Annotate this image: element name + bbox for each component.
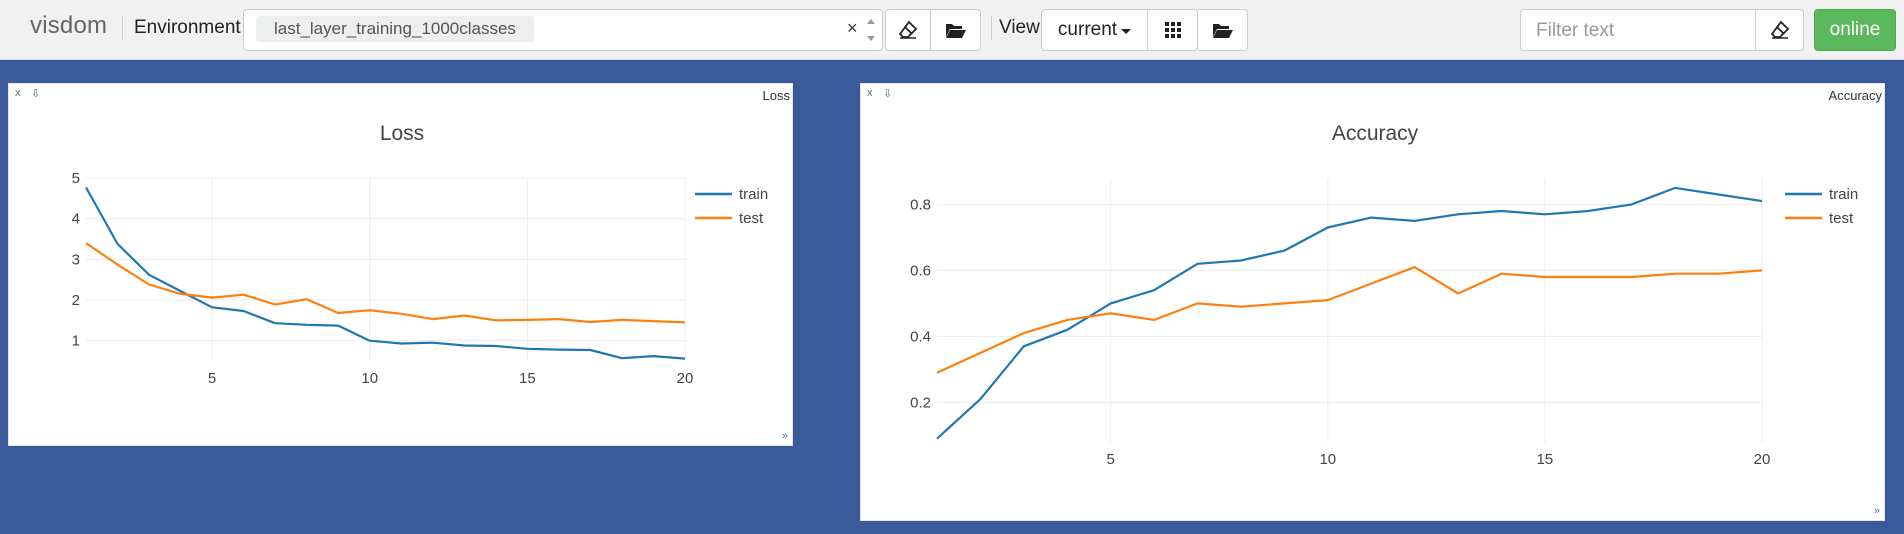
gridlines xyxy=(86,177,686,361)
plot-pane-accuracy[interactable]: x ⇩ Accuracy Accuracy 5 10 15 20 0.2 0.4 0.6 0.8… xyxy=(860,83,1885,521)
x-tick-label: 20 xyxy=(1754,451,1771,468)
divider xyxy=(122,16,123,40)
y-tick-label: 4 xyxy=(72,211,80,228)
x-tick-label: 5 xyxy=(1107,451,1115,468)
series-line-train xyxy=(85,186,686,360)
legend-label[interactable]: train xyxy=(1829,186,1858,203)
app-brand: visdom xyxy=(30,12,108,39)
clear-env-button[interactable] xyxy=(885,9,931,51)
x-tick-label: 20 xyxy=(677,370,694,387)
view-dropdown[interactable]: current xyxy=(1041,9,1148,51)
divider xyxy=(991,16,992,40)
environment-tag[interactable]: last_layer_training_1000classes xyxy=(256,16,534,42)
y-tick-label: 0.2 xyxy=(910,394,931,411)
environment-select[interactable]: last_layer_training_1000classes × xyxy=(243,9,883,51)
eraser-icon xyxy=(1770,20,1789,39)
clear-filter-button[interactable] xyxy=(1756,9,1804,51)
resize-handle-icon[interactable]: » xyxy=(1874,505,1880,517)
repack-panes-button[interactable] xyxy=(1148,9,1198,51)
filter-input[interactable]: Filter text xyxy=(1520,9,1756,51)
folder-open-icon xyxy=(945,24,966,38)
gridlines xyxy=(937,178,1763,442)
grid-icon xyxy=(1164,22,1181,38)
chart-title: Loss xyxy=(380,122,424,145)
x-tick-label: 10 xyxy=(1319,451,1336,468)
chart-title: Accuracy xyxy=(1332,122,1419,145)
eraser-icon xyxy=(898,20,918,39)
caret-down-icon xyxy=(1121,28,1132,34)
legend-label[interactable]: train xyxy=(739,186,768,203)
y-tick-label: 0.6 xyxy=(910,262,931,279)
y-tick-label: 0.8 xyxy=(910,196,931,213)
y-tick-label: 2 xyxy=(72,292,80,309)
legend-label[interactable]: test xyxy=(1829,210,1854,227)
series-line-train xyxy=(936,186,1763,440)
x-tick-label: 15 xyxy=(1537,451,1554,468)
clear-environment-icon[interactable]: × xyxy=(847,18,858,39)
y-tick-label: 0.4 xyxy=(910,328,931,345)
x-tick-label: 5 xyxy=(208,370,216,387)
x-tick-label: 10 xyxy=(361,370,378,387)
series-line-test xyxy=(936,266,1763,374)
toolbar: visdom Environment last_layer_training_1… xyxy=(0,0,1904,60)
view-label: View xyxy=(999,17,1040,38)
open-env-button[interactable] xyxy=(931,9,981,51)
y-tick-label: 1 xyxy=(72,333,80,350)
folder-open-icon xyxy=(1212,24,1233,38)
plot-pane-loss[interactable]: x ⇩ Loss Loss 5 10 15 20 1 2 3 4 5 train test » xyxy=(8,83,793,446)
x-tick-label: 15 xyxy=(519,370,536,387)
y-tick-label: 5 xyxy=(72,170,80,187)
y-tick-label: 3 xyxy=(72,251,80,268)
online-status-button[interactable]: online xyxy=(1814,9,1896,51)
environment-label: Environment xyxy=(134,17,241,38)
spinner-arrows-icon[interactable] xyxy=(864,14,878,46)
loss-chart: Loss 5 10 15 20 1 2 3 4 5 train test xyxy=(72,122,769,387)
legend-label[interactable]: test xyxy=(739,210,764,227)
resize-handle-icon[interactable]: » xyxy=(782,430,788,442)
view-dropdown-value: current xyxy=(1057,19,1118,40)
accuracy-chart: Accuracy 5 10 15 20 0.2 0.4 0.6 0.8 train test xyxy=(910,122,1858,468)
series-line-test xyxy=(85,242,686,324)
open-view-button[interactable] xyxy=(1198,9,1248,51)
